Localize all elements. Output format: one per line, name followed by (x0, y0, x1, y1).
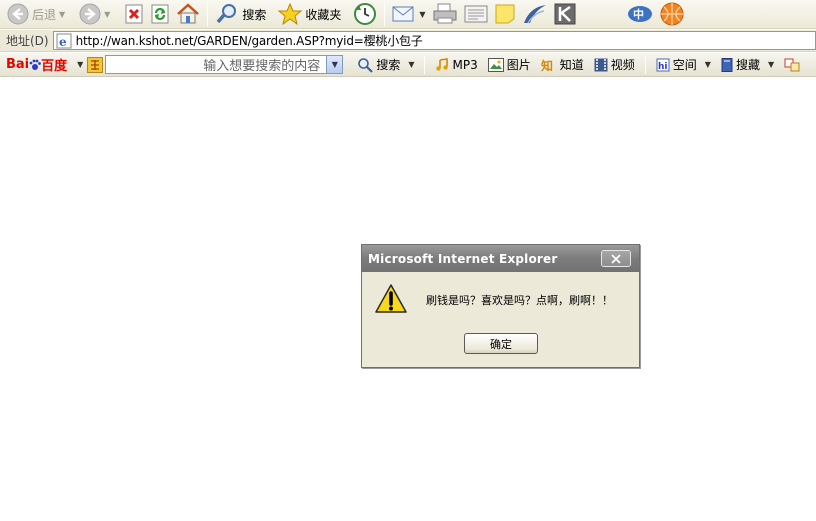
baidu-mp3-label: MP3 (452, 57, 478, 72)
dialog-body: 刷钱是吗？喜欢是吗？点啊，刷啊！！ 确定 (362, 272, 639, 368)
space-icon: hi (656, 58, 670, 72)
baidu-search-label: 搜索 (376, 58, 401, 72)
baidu-zhidao-button[interactable]: 知 知道 (541, 56, 584, 73)
baidu-engine-icon[interactable] (87, 56, 104, 73)
history-button[interactable] (350, 1, 380, 27)
forward-dropdown-icon[interactable]: ▼ (104, 10, 110, 19)
alert-dialog: Microsoft Internet Explorer 刷钱是吗？喜欢是吗？点啊… (361, 244, 640, 368)
baidu-zhidao-label: 知道 (559, 58, 584, 72)
baidu-collect-dropdown-icon[interactable]: ▼ (768, 60, 774, 69)
paw-icon (29, 59, 42, 71)
note-icon (494, 3, 516, 25)
baidu-logo[interactable]: Bai 百度 (6, 55, 67, 74)
star-icon (278, 3, 303, 25)
refresh-button[interactable] (147, 1, 173, 27)
forward-arrow-icon (79, 3, 101, 25)
baidu-menu-dropdown-icon[interactable]: ▼ (77, 60, 83, 69)
k-icon (554, 3, 576, 25)
search-button[interactable]: 搜索 (212, 1, 269, 27)
translate-icon: 中 (626, 3, 654, 25)
zhidao-icon: 知 (541, 58, 557, 72)
qq-button[interactable] (657, 1, 687, 27)
baidu-extra-button[interactable] (784, 58, 800, 72)
bookmark-icon (721, 57, 733, 72)
stop-icon (124, 4, 144, 24)
svg-text:e: e (59, 35, 67, 49)
baidu-space-dropdown-icon[interactable]: ▼ (705, 60, 711, 69)
dialog-title: Microsoft Internet Explorer (368, 251, 558, 266)
magnifier-icon (357, 57, 374, 73)
back-button[interactable]: 后退 ▼ (4, 1, 68, 27)
stop-button[interactable] (121, 1, 147, 27)
translate-button[interactable]: 中 (623, 1, 657, 27)
tools-icon (784, 58, 800, 72)
close-icon (611, 253, 621, 264)
favorites-button[interactable]: 收藏夹 (275, 1, 344, 27)
baidu-collect-button[interactable]: 搜藏 ▼ (721, 56, 774, 73)
svg-text:中: 中 (633, 7, 644, 21)
baidu-collect-label: 搜藏 (735, 58, 760, 72)
address-input[interactable]: e http://wan.kshot.net/GARDEN/garden.ASP… (52, 31, 816, 50)
svg-text:hi: hi (658, 62, 668, 72)
address-bar: 地址(D) e http://wan.kshot.net/GARDEN/gard… (0, 30, 816, 52)
k-button[interactable] (551, 1, 579, 27)
search-label: 搜索 (242, 7, 267, 22)
baidu-separator (424, 55, 426, 74)
baidu-search-placeholder: 输入想要搜索的内容 (203, 59, 321, 74)
dialog-title-bar[interactable]: Microsoft Internet Explorer (362, 245, 639, 272)
mail-dropdown-icon[interactable]: ▼ (419, 10, 425, 19)
baidu-space-label: 空间 (672, 58, 697, 72)
messenger-button[interactable] (519, 1, 551, 27)
baidu-video-label: 视频 (610, 58, 635, 72)
baidu-search-dropdown-arrow-icon[interactable]: ▼ (408, 60, 414, 69)
baidu-space-button[interactable]: hi 空间 ▼ (656, 56, 711, 73)
home-icon (176, 3, 200, 25)
history-icon (353, 2, 377, 26)
ie-page-icon: e (56, 33, 72, 49)
picture-icon (487, 57, 504, 72)
printer-icon (432, 3, 458, 25)
back-label: 后退 (32, 7, 57, 22)
back-arrow-icon (7, 3, 29, 25)
swoosh-icon (522, 3, 548, 25)
film-icon (594, 58, 608, 72)
document-icon (464, 4, 488, 24)
svg-text:知: 知 (541, 58, 553, 72)
favorites-label: 收藏夹 (305, 7, 342, 22)
home-button[interactable] (173, 1, 203, 27)
ok-button[interactable]: 确定 (464, 333, 538, 354)
forward-button[interactable]: ▼ (76, 1, 113, 27)
search-icon (215, 3, 239, 25)
print-button[interactable] (429, 1, 461, 27)
standard-toolbar: 后退 ▼ ▼ 搜索 收藏夹 ▼ 中 (0, 0, 816, 29)
baidu-search-button[interactable]: 搜索 ▼ (357, 56, 414, 73)
baidu-toolbar: Bai 百度 ▼ 输入想要搜索的内容 ▼ 搜索 ▼ MP3 图片 知 知道 视频… (0, 53, 816, 77)
mail-button[interactable]: ▼ (389, 1, 428, 27)
back-dropdown-icon[interactable]: ▼ (59, 10, 65, 19)
mail-icon (392, 4, 416, 24)
music-note-icon (435, 57, 449, 72)
baidu-logo-text-b: 百度 (41, 59, 68, 74)
baidu-images-label: 图片 (506, 58, 531, 72)
address-label: 地址(D) (6, 34, 49, 48)
refresh-icon (150, 4, 170, 24)
baidu-images-button[interactable]: 图片 (487, 56, 531, 73)
baidu-separator (644, 55, 646, 74)
baidu-video-button[interactable]: 视频 (594, 56, 635, 73)
dialog-message: 刷钱是吗？喜欢是吗？点啊，刷啊！！ (426, 294, 613, 307)
warning-icon (374, 283, 408, 315)
baidu-mp3-button[interactable]: MP3 (435, 57, 478, 72)
baidu-search-input[interactable]: 输入想要搜索的内容 ▼ (105, 55, 344, 74)
toolbar-separator (207, 2, 209, 26)
edit-button[interactable] (461, 1, 491, 27)
orange-globe-icon (660, 2, 684, 26)
dialog-close-button[interactable] (601, 250, 631, 267)
toolbar-separator (384, 2, 386, 26)
discuss-button[interactable] (491, 1, 519, 27)
baidu-search-dropdown-icon[interactable]: ▼ (326, 56, 343, 73)
baidu-logo-text-a: Bai (6, 57, 30, 72)
address-url-text: http://wan.kshot.net/GARDEN/garden.ASP?m… (75, 34, 423, 48)
